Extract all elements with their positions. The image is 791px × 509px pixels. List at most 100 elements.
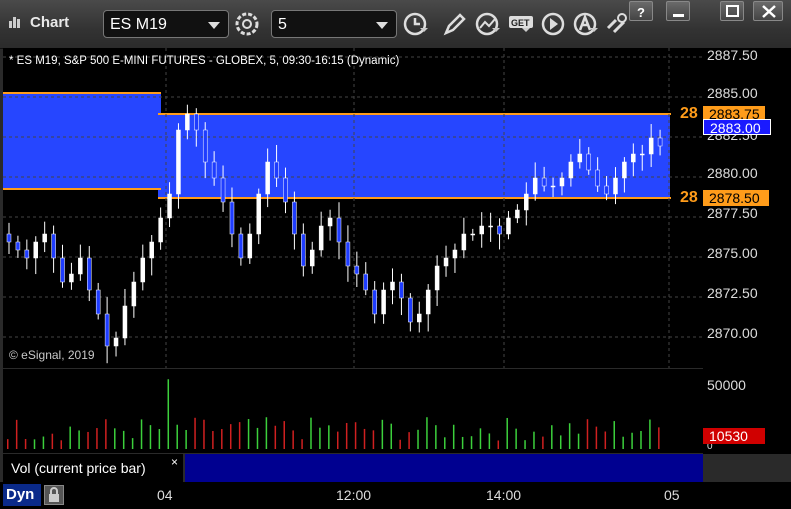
volume-bar [559, 435, 562, 449]
upper-level-label: 28 [680, 105, 698, 122]
volume-bar [461, 436, 464, 449]
candle [363, 273, 369, 291]
chevron-down-icon [376, 22, 388, 29]
close-study-icon[interactable]: × [171, 455, 178, 469]
close-button[interactable] [753, 1, 783, 21]
volume-bar [131, 438, 134, 449]
volume-bar [140, 419, 143, 449]
candle [265, 161, 270, 195]
draw-button[interactable] [440, 10, 468, 38]
alert-button[interactable] [572, 10, 600, 38]
candle [336, 217, 342, 243]
candle [541, 177, 547, 187]
pencil-icon [443, 13, 466, 36]
candle [559, 177, 565, 187]
link-icon [606, 13, 627, 34]
volume-bar [426, 417, 428, 449]
volume-bar [533, 431, 535, 449]
volume-bar [7, 439, 9, 449]
volume-bar [33, 439, 36, 449]
candle [283, 177, 288, 203]
candle [292, 201, 297, 235]
volume-bar [69, 426, 71, 449]
study-icon [475, 12, 500, 36]
volume-bar [345, 422, 348, 449]
maximize-button[interactable] [720, 1, 744, 21]
volume-bar [399, 439, 401, 449]
candle [140, 257, 146, 283]
volume-bar [15, 419, 18, 449]
volume-bar [506, 417, 508, 449]
svg-text:?: ? [637, 5, 645, 20]
volume-bar [96, 428, 98, 449]
volume-bar [292, 430, 294, 449]
interval-value: 5 [278, 16, 287, 33]
maximize-icon [726, 5, 739, 17]
chart-window: Chart ES M19 5 GET ? * ES M19, S&P 500 E… [0, 0, 791, 509]
candle [6, 233, 12, 243]
settings-button[interactable] [233, 10, 261, 38]
app-icon [9, 17, 20, 28]
candle [220, 177, 226, 203]
help-button[interactable]: ? [629, 1, 653, 21]
price-chart[interactable]: * ES M19, S&P 500 E-MINI FUTURES - GLOBE… [3, 48, 703, 368]
volume-bar [194, 417, 196, 449]
volume-bar [497, 440, 500, 449]
time-button[interactable] [402, 10, 430, 38]
studies-button[interactable] [474, 10, 502, 38]
symbol-select[interactable]: ES M19 [103, 10, 229, 38]
play-button[interactable] [540, 10, 568, 38]
candle [247, 233, 253, 259]
link-button[interactable] [604, 10, 632, 38]
lock-button[interactable] [44, 485, 64, 505]
candle [122, 305, 128, 339]
volume-bar [372, 430, 375, 449]
svg-text:GET: GET [511, 18, 530, 28]
candle [390, 281, 395, 291]
candle [345, 241, 351, 267]
time-tick: 05 [664, 487, 680, 503]
volume-bar [149, 425, 152, 449]
volume-panel[interactable] [3, 369, 703, 453]
price-axis[interactable]: 2887.50 2885.00 2882.50 2880.00 2877.50 … [703, 47, 791, 454]
price-chart-canvas [3, 48, 703, 368]
lower-level-label: 28 [680, 189, 698, 206]
candle [327, 217, 333, 227]
volume-bar [176, 424, 178, 449]
candle [408, 297, 413, 323]
candle [604, 185, 609, 195]
candle [639, 153, 645, 156]
price-tick: 2885.00 [707, 85, 758, 101]
candle [381, 289, 386, 315]
volume-canvas [7, 379, 660, 449]
candle [425, 289, 431, 315]
volume-bar [515, 428, 517, 449]
candle [443, 257, 449, 267]
volume-bar [122, 430, 125, 449]
candle [318, 225, 324, 251]
volume-bar [452, 424, 455, 449]
get-button[interactable]: GET [508, 10, 536, 38]
candle [158, 217, 163, 243]
volume-bar [363, 428, 366, 449]
price-tick: 2870.00 [707, 325, 758, 341]
symbol-description: * ES M19, S&P 500 E-MINI FUTURES - GLOBE… [9, 55, 400, 67]
candle [354, 265, 360, 275]
settings-icon [235, 12, 259, 36]
volume-bar [417, 429, 419, 449]
volume-bar [78, 430, 80, 449]
dynamic-mode-button[interactable]: Dyn [3, 484, 41, 506]
chevron-down-icon [208, 22, 220, 29]
level-band [3, 92, 161, 189]
candle [568, 161, 574, 179]
price-tick: 2877.50 [707, 205, 758, 221]
play-icon [541, 12, 565, 36]
time-tick: 14:00 [486, 487, 522, 503]
candle [301, 233, 306, 267]
volume-bar [167, 379, 170, 449]
candle [42, 233, 47, 243]
interval-select[interactable]: 5 [271, 10, 397, 38]
volume-bar [568, 423, 571, 449]
minimize-button[interactable] [666, 1, 690, 21]
candle [78, 257, 83, 275]
